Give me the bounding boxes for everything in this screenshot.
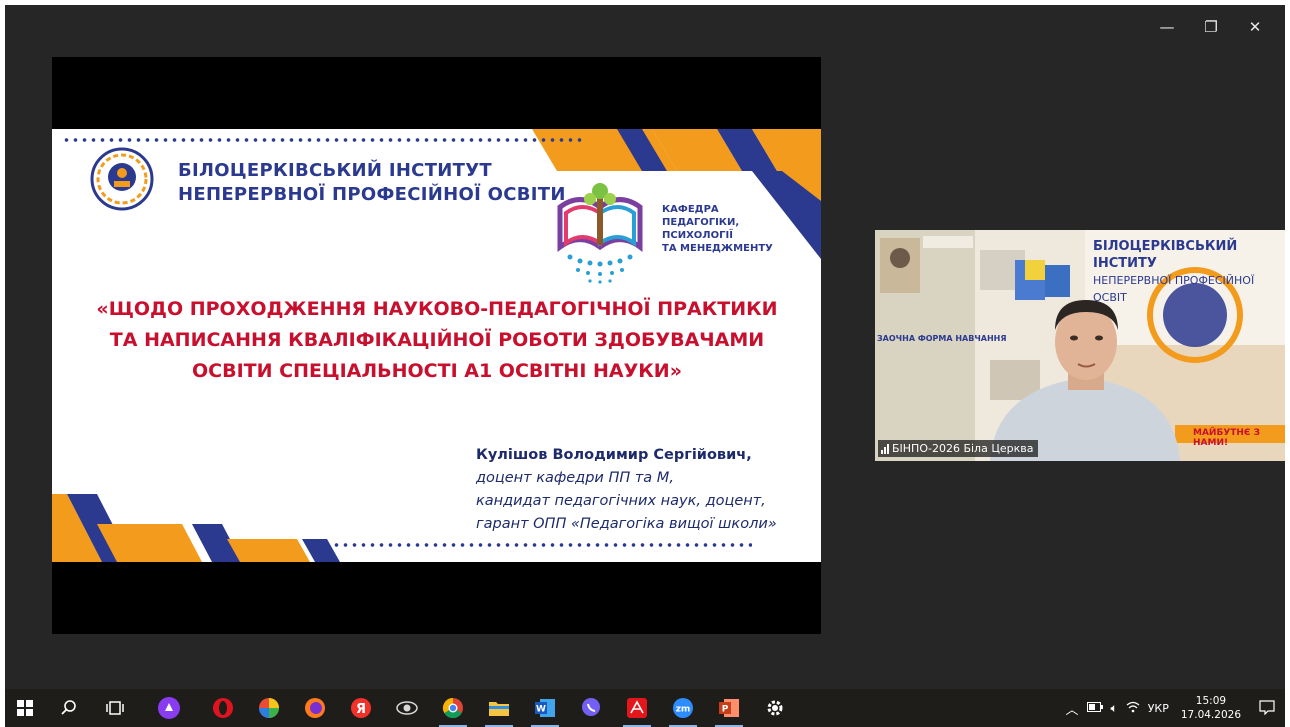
window-controls: — ❐ ✕: [1145, 15, 1277, 39]
presentation-slide: БІЛОЦЕРКІВСЬКИЙ ІНСТИТУТ НЕПЕРЕРВНОЇ ПРО…: [52, 129, 821, 562]
yandex-icon[interactable]: Я: [343, 689, 379, 727]
participant-name-label: БІНПО-2026 Біла Церква: [878, 440, 1039, 457]
acrobat-icon[interactable]: [619, 689, 655, 727]
windows-icon[interactable]: [7, 689, 43, 727]
clock-date: 17.04.2026: [1180, 709, 1241, 721]
zoom-icon[interactable]: zm: [665, 689, 701, 727]
slide-title: «ЩОДО ПРОХОДЖЕННЯ НАУКОВО-ПЕДАГОГІЧНОЇ П…: [82, 294, 792, 387]
author-name: Кулішов Володимир Сергійович,: [476, 447, 752, 463]
participant-name: БІНПО-2026 Біла Церква: [892, 442, 1034, 455]
close-button[interactable]: ✕: [1233, 15, 1277, 39]
dots-decoration-top: [62, 136, 582, 144]
clock[interactable]: 15:09 17.04.2026: [1173, 694, 1249, 722]
slide-title-line: «ЩОДО ПРОХОДЖЕННЯ НАУКОВО-ПЕДАГОГІЧНОЇ П…: [96, 298, 778, 320]
battery-icon[interactable]: [1083, 701, 1107, 715]
webcam-banner-line1: БІЛОЦЕРКІВСЬКИЙ ІНСТИТУ: [1093, 239, 1238, 271]
institute-name-line1: БІЛОЦЕРКІВСЬКИЙ ІНСТИТУТ: [178, 160, 492, 181]
volume-icon[interactable]: 🔈︎: [1107, 701, 1122, 716]
department-name: КАФЕДРА ПЕДАГОГІКИ, ПСИХОЛОГІЇ ТА МЕНЕДЖ…: [662, 203, 773, 255]
zoom-meeting-window: — ❐ ✕ БІЛОЦЕРКІВСЬКИЙ ІНСТИТУТ НЕПЕРЕРВН…: [5, 5, 1285, 689]
dots-decoration-bottom: [332, 541, 752, 549]
author-position: доцент кафедри ПП та М,: [476, 470, 674, 486]
participant-video[interactable]: БІЛОЦЕРКІВСЬКИЙ ІНСТИТУ НЕПЕРЕРВНОЇ ПРОФ…: [875, 230, 1285, 461]
webcam-banner-text: БІЛОЦЕРКІВСЬКИЙ ІНСТИТУ НЕПЕРЕРВНОЇ ПРОФ…: [1093, 238, 1285, 306]
slide-title-line: ТА НАПИСАННЯ КВАЛІФІКАЦІЙНОЇ РОБОТИ ЗДОБ…: [109, 329, 765, 351]
opera-icon[interactable]: [205, 689, 241, 727]
svg-text:W: W: [536, 705, 546, 715]
shared-screen[interactable]: БІЛОЦЕРКІВСЬКИЙ ІНСТИТУТ НЕПЕРЕРВНОЇ ПРО…: [52, 57, 821, 634]
slide-title-line: ОСВІТИ СПЕЦІАЛЬНОСТІ А1 ОСВІТНІ НАУКИ»: [192, 360, 682, 382]
task-view-icon[interactable]: [97, 689, 133, 727]
search-icon[interactable]: [51, 689, 87, 727]
restore-button[interactable]: ❐: [1189, 15, 1233, 39]
notification-center-icon[interactable]: [1249, 699, 1285, 718]
wifi-icon[interactable]: [1122, 701, 1144, 716]
gear-icon[interactable]: [757, 689, 793, 727]
word-icon[interactable]: W: [527, 689, 563, 727]
color-wheel-icon[interactable]: [251, 689, 287, 727]
department-line: ТА МЕНЕДЖМЕНТУ: [662, 243, 773, 254]
viber-icon[interactable]: [573, 689, 609, 727]
signal-bars-icon: [881, 443, 889, 454]
svg-text:P: P: [722, 705, 729, 715]
institute-name: БІЛОЦЕРКІВСЬКИЙ ІНСТИТУТ НЕПЕРЕРВНОЇ ПРО…: [178, 159, 566, 207]
alice-icon[interactable]: [151, 689, 187, 727]
department-line: ПСИХОЛОГІЇ: [662, 230, 733, 241]
firefox-icon[interactable]: [297, 689, 333, 727]
department-logo: [557, 183, 643, 284]
powerpoint-icon[interactable]: P: [711, 689, 747, 727]
department-line: ПЕДАГОГІКИ,: [662, 217, 740, 228]
author-role: гарант ОПП «Педагогіка вищої школи»: [476, 516, 777, 532]
windows-taskbar: Я W zm P ︿ 🔈︎ УКР 15:09 17.04.2026: [5, 689, 1285, 727]
author-block: Кулішов Володимир Сергійович, доцент каф…: [476, 444, 777, 536]
folder-icon[interactable]: [481, 689, 517, 727]
eye-icon[interactable]: [389, 689, 425, 727]
webcam-slogan: МАЙБУТНЄ З НАМИ!: [1193, 428, 1261, 448]
minimize-button[interactable]: —: [1145, 15, 1189, 39]
input-language[interactable]: УКР: [1144, 702, 1173, 715]
author-degree: кандидат педагогічних наук, доцент,: [476, 493, 766, 509]
show-hidden-icons-chevron-icon[interactable]: ︿: [1062, 699, 1083, 718]
chrome-icon[interactable]: [435, 689, 471, 727]
svg-text:zm: zm: [676, 705, 691, 715]
svg-text:Я: Я: [356, 702, 366, 717]
department-line: КАФЕДРА: [662, 204, 719, 215]
institute-logo: [90, 147, 154, 211]
desktop-screen: — ❐ ✕ БІЛОЦЕРКІВСЬКИЙ ІНСТИТУТ НЕПЕРЕРВН…: [0, 0, 1290, 727]
webcam-banner-line2: НЕПЕРЕРВНОЇ ПРОФЕСІЙНОЇ ОСВІТ: [1093, 274, 1255, 304]
webcam-poster-heading: ЗАОЧНА ФОРМА НАВЧАННЯ: [877, 334, 1007, 343]
institute-name-line2: НЕПЕРЕРВНОЇ ПРОФЕСІЙНОЇ ОСВІТИ: [178, 184, 566, 205]
system-tray: ︿ 🔈︎ УКР 15:09 17.04.2026: [1062, 689, 1286, 727]
clock-time: 15:09: [1195, 695, 1227, 707]
